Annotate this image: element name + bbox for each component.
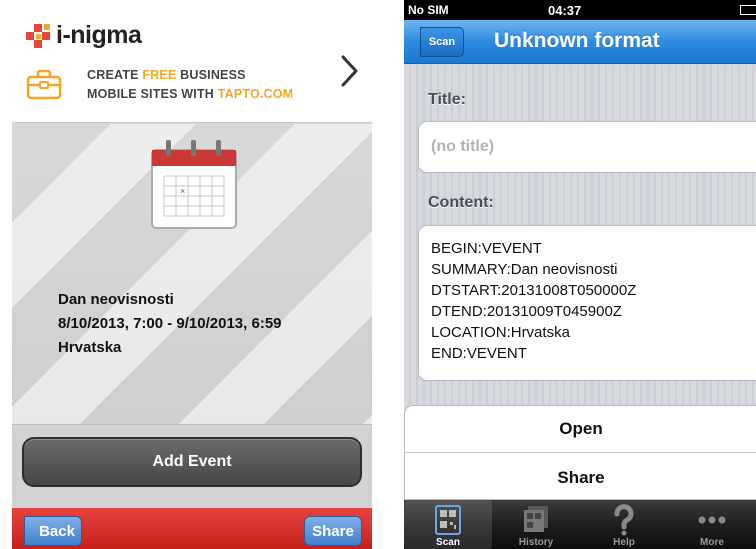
tab-scan[interactable]: Scan xyxy=(404,500,492,549)
share-button[interactable]: Share xyxy=(304,516,362,546)
tab-more[interactable]: More xyxy=(668,500,756,549)
page-title: Unknown format xyxy=(494,29,660,52)
brand-name: i-nigma xyxy=(56,20,142,49)
content-line: DTEND:20131009T045900Z xyxy=(431,303,622,320)
content-line: END:VEVENT xyxy=(431,345,527,362)
content-line: BEGIN:VEVENT xyxy=(431,240,542,257)
i-nigma-logo-icon xyxy=(26,24,50,48)
title-value: (no title) xyxy=(431,138,495,155)
right-screen: No SIM 04:37 Scan Unknown format Title: … xyxy=(404,0,756,549)
qr-code-icon xyxy=(435,505,461,535)
promo-banner-link[interactable]: CREATE FREE BUSINESS MOBILE SITES WITH T… xyxy=(87,66,293,104)
briefcase-icon xyxy=(26,69,62,100)
action-list: Open Share xyxy=(404,405,756,500)
title-label: Title: xyxy=(428,91,466,108)
tab-help[interactable]: Help xyxy=(580,500,668,549)
svg-text:×: × xyxy=(180,186,185,196)
add-event-button[interactable]: Add Event xyxy=(22,437,362,487)
title-field: (no title) xyxy=(418,121,756,173)
event-location: Hrvatska xyxy=(58,339,122,356)
content-line: DTSTART:20131008T050000Z xyxy=(431,282,637,299)
content-line: LOCATION:Hrvatska xyxy=(431,324,570,341)
more-dots-icon xyxy=(698,516,726,524)
back-button[interactable]: Back xyxy=(24,516,82,546)
content-field: BEGIN:VEVENT SUMMARY:Dan neovisnosti DTS… xyxy=(418,225,756,381)
carrier-label: No SIM xyxy=(408,3,449,17)
status-bar: No SIM 04:37 xyxy=(404,0,756,20)
header-banner xyxy=(12,0,372,123)
tab-history[interactable]: History xyxy=(492,500,580,549)
history-icon xyxy=(524,506,548,532)
open-button[interactable]: Open xyxy=(405,406,756,453)
battery-icon xyxy=(740,5,756,15)
clock: 04:37 xyxy=(548,3,582,18)
chevron-right-icon[interactable] xyxy=(340,54,360,88)
calendar-icon: × xyxy=(151,140,237,229)
tab-bar: Scan History Help More xyxy=(404,500,756,549)
i-nigma-logo: i-nigma xyxy=(26,20,142,50)
content-label: Content: xyxy=(428,194,494,211)
share-action-button[interactable]: Share xyxy=(405,454,756,501)
event-details: Dan neovisnosti 8/10/2013, 7:00 - 9/10/2… xyxy=(58,288,282,360)
left-screen: i-nigma CREATE FREE BUSINESS MOBILE SITE… xyxy=(12,0,372,549)
content-line: SUMMARY:Dan neovisnosti xyxy=(431,261,618,278)
event-time-range: 8/10/2013, 7:00 - 9/10/2013, 6:59 xyxy=(58,315,282,332)
event-summary: Dan neovisnosti xyxy=(58,291,174,308)
scan-back-button[interactable]: Scan xyxy=(420,27,464,57)
question-mark-icon xyxy=(614,504,634,536)
